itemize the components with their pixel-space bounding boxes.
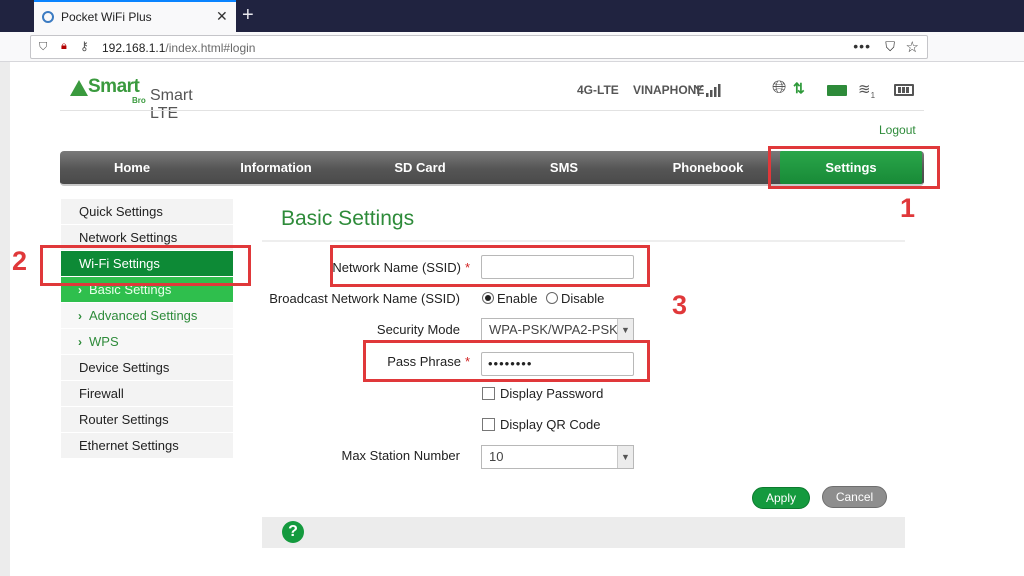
chevron-right-icon: ›: [78, 335, 82, 349]
insecure-lock-icon[interactable]: 🔒︎: [61, 40, 67, 53]
cancel-button[interactable]: Cancel: [822, 486, 887, 508]
page-title: Basic Settings: [281, 207, 415, 230]
logo-sub: Bro: [132, 96, 146, 105]
wifi-client-count: 1: [870, 91, 876, 100]
highlight-box-wifi-settings: [40, 245, 251, 286]
broadcast-disable-radio[interactable]: [546, 292, 558, 304]
browser-tab[interactable]: Pocket WiFi Plus ✕: [34, 0, 236, 32]
close-tab-icon[interactable]: ✕: [216, 8, 228, 25]
nav-phonebook[interactable]: Phonebook: [636, 151, 780, 184]
chevron-right-icon: ›: [78, 309, 82, 323]
security-mode-select[interactable]: WPA-PSK/WPA2-PSK ▼: [481, 318, 634, 342]
sim-card-icon: [827, 85, 847, 96]
highlight-box-settings: [768, 146, 940, 189]
url-path: /index.html#login: [165, 41, 256, 55]
footer-bar: ?: [262, 517, 905, 548]
logout-link[interactable]: Logout: [879, 123, 916, 137]
signal-bar: [710, 90, 713, 97]
network-type: 4G-LTE: [577, 83, 619, 97]
display-password-checkbox[interactable]: [482, 387, 495, 400]
logo-word: Smart: [88, 76, 140, 97]
display-password-label: Display Password: [500, 386, 604, 401]
sidebar-item-label: WPS: [89, 334, 119, 349]
title-divider: [262, 240, 905, 242]
step-2-label: 2: [12, 246, 28, 276]
apply-button[interactable]: Apply: [752, 487, 810, 509]
globe-icon: 🌐︎: [772, 77, 787, 97]
display-qr-label: Display QR Code: [500, 417, 601, 432]
tab-title: Pocket WiFi Plus: [61, 10, 152, 24]
window-edge: [0, 62, 10, 576]
max-station-label: Max Station Number: [341, 448, 461, 463]
key-icon[interactable]: ⚷: [80, 39, 89, 53]
step-1-label: 1: [900, 193, 916, 223]
broadcast-enable-label: Enable: [497, 291, 538, 306]
data-transfer-icon: ⇅: [793, 80, 805, 96]
nav-home[interactable]: Home: [60, 151, 204, 184]
pocket-icon[interactable]: ⛉: [885, 39, 895, 55]
address-bar[interactable]: ⛉ 🔒︎ ⚷ 192.168.1.1/index.html#login ••• …: [30, 35, 928, 59]
browser-navigation-bar: ⛉ 🔒︎ ⚷ 192.168.1.1/index.html#login ••• …: [0, 32, 1024, 62]
broadcast-ssid-label: Broadcast Network Name (SSID): [269, 291, 460, 306]
sidebar-item-label: Firewall: [79, 386, 124, 401]
nav-sd-card[interactable]: SD Card: [348, 151, 492, 184]
sidebar-item-wps[interactable]: › WPS: [61, 329, 233, 355]
sidebar-item-label: Ethernet Settings: [79, 438, 179, 453]
sidebar-item-label: Quick Settings: [79, 204, 163, 219]
svg-text:Y: Y: [694, 82, 704, 100]
chevron-down-icon: ▼: [617, 319, 633, 341]
sidebar-item-label: Router Settings: [79, 412, 169, 427]
sidebar-item-firewall[interactable]: Firewall: [61, 381, 233, 407]
security-mode-label: Security Mode: [376, 322, 460, 337]
url-text[interactable]: 192.168.1.1/index.html#login: [102, 41, 255, 55]
tab-favicon-icon: [42, 11, 54, 23]
signal-bar: [706, 93, 709, 97]
browser-tab-bar: Pocket WiFi Plus ✕ +: [0, 0, 1024, 32]
battery-icon: [894, 84, 914, 96]
max-station-value: 10: [489, 449, 504, 464]
sidebar-item-device-settings[interactable]: Device Settings: [61, 355, 233, 381]
page-actions-menu-icon[interactable]: •••: [853, 38, 871, 54]
sidebar-item-quick-settings[interactable]: Quick Settings: [61, 199, 233, 225]
display-qr-checkbox[interactable]: [482, 418, 495, 431]
max-station-select[interactable]: 10 ▼: [481, 445, 634, 469]
header-divider: [60, 110, 924, 111]
sidebar-item-label: Advanced Settings: [89, 308, 198, 323]
sidebar-item-label: Network Settings: [79, 230, 178, 245]
chevron-down-icon: ▼: [617, 446, 633, 468]
brand-logo: Smart Bro Smart LTE: [68, 76, 213, 122]
nav-sms[interactable]: SMS: [492, 151, 636, 184]
broadcast-disable-label: Disable: [561, 291, 605, 306]
highlight-box-ssid: [330, 245, 650, 287]
signal-bar: [718, 84, 721, 97]
help-icon[interactable]: ?: [282, 521, 304, 543]
signal-bar: [714, 87, 717, 97]
sidebar-item-advanced-settings[interactable]: › Advanced Settings: [61, 303, 233, 329]
url-host: 192.168.1.1: [102, 41, 166, 55]
security-mode-value: WPA-PSK/WPA2-PSK: [489, 322, 618, 337]
product-name: Smart LTE: [150, 87, 193, 122]
highlight-box-pass-phrase: [363, 340, 650, 382]
sidebar-item-ethernet-settings[interactable]: Ethernet Settings: [61, 433, 233, 459]
new-tab-button[interactable]: +: [242, 3, 254, 27]
signal-strength-icon: Y: [694, 82, 721, 100]
broadcast-enable-radio[interactable]: [482, 292, 494, 304]
sidebar-item-router-settings[interactable]: Router Settings: [61, 407, 233, 433]
shield-icon[interactable]: ⛉: [39, 41, 47, 54]
smart-logo-icon: [70, 80, 88, 96]
step-3-label: 3: [672, 290, 688, 320]
wifi-icon: ≋1: [858, 81, 876, 100]
nav-information[interactable]: Information: [204, 151, 348, 184]
bookmark-star-icon[interactable]: ☆: [906, 38, 919, 56]
sidebar-item-label: Device Settings: [79, 360, 170, 375]
